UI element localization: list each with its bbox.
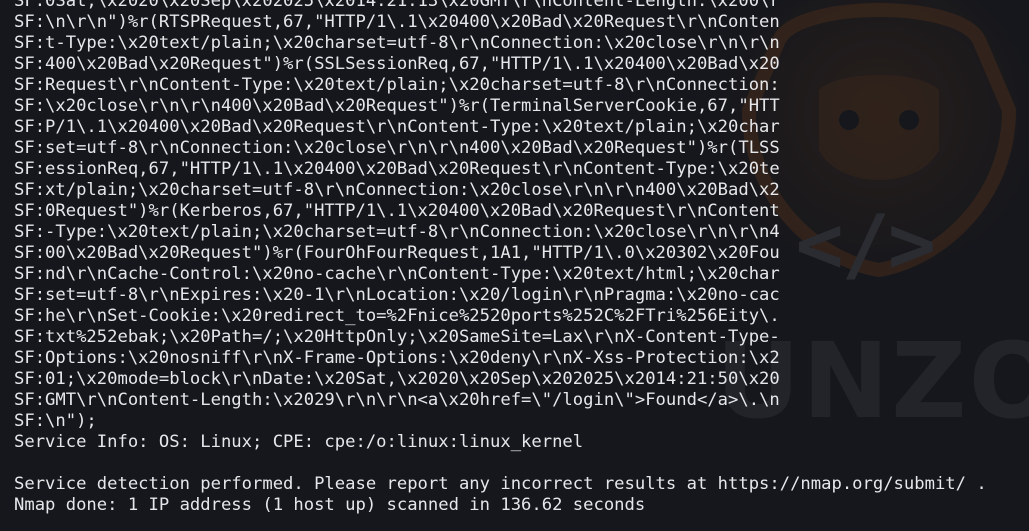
output-line: SF:00\x20Bad\x20Request")%r(FourOhFourRe… — [14, 243, 780, 263]
output-line: SF:400\x20Bad\x20Request")%r(SSLSessionR… — [14, 54, 780, 74]
terminal-window[interactable]: </> UNZO SF:0Sat,\x2020\x20Sep\x202025\x… — [0, 0, 1029, 531]
output-line: SF:\x20close\r\n\r\n400\x20Bad\x20Reques… — [14, 96, 780, 116]
output-line: SF:\n"); — [14, 411, 97, 431]
output-line: SF:0Sat,\x2020\x20Sep\x202025\x2014:21:1… — [14, 0, 780, 11]
output-line: SF:P/1\.1\x20400\x20Bad\x20Request\r\nCo… — [14, 117, 780, 137]
service-info-line: Service Info: OS: Linux; CPE: cpe:/o:lin… — [14, 432, 584, 452]
output-line: SF:set=utf-8\r\nConnection:\x20close\r\n… — [14, 138, 780, 158]
output-line: SF:t-Type:\x20text/plain;\x20charset=utf… — [14, 33, 780, 53]
output-line: SF:0Request")%r(Kerberos,67,"HTTP/1\.1\x… — [14, 201, 780, 221]
output-line: SF:\n\r\n")%r(RTSPRequest,67,"HTTP/1\.1\… — [14, 12, 780, 32]
output-line: SF:set=utf-8\r\nExpires:\x20-1\r\nLocati… — [14, 285, 780, 305]
output-line: SF:Options:\x20nosniff\r\nX-Frame-Option… — [14, 348, 780, 368]
output-line: SF:he\r\nSet-Cookie:\x20redirect_to=%2Fn… — [14, 306, 780, 326]
detection-message-line: Service detection performed. Please repo… — [14, 474, 987, 494]
terminal-output: SF:0Sat,\x2020\x20Sep\x202025\x2014:21:1… — [14, 0, 987, 516]
output-line: SF:nd\r\nCache-Control:\x20no-cache\r\nC… — [14, 264, 780, 284]
output-line: SF:xt/plain;\x20charset=utf-8\r\nConnect… — [14, 180, 780, 200]
nmap-summary-line: Nmap done: 1 IP address (1 host up) scan… — [14, 495, 646, 515]
output-line: SF:Request\r\nContent-Type:\x20text/plai… — [14, 75, 780, 95]
output-line: SF:GMT\r\nContent-Length:\x2029\r\n\r\n<… — [14, 390, 780, 410]
output-line: SF:essionReq,67,"HTTP/1\.1\x20400\x20Bad… — [14, 159, 780, 179]
output-line: SF:-Type:\x20text/plain;\x20charset=utf-… — [14, 222, 780, 242]
output-line: SF:01;\x20mode=block\r\nDate:\x20Sat,\x2… — [14, 369, 780, 389]
output-line: SF:txt%252ebak;\x20Path=/;\x20HttpOnly;\… — [14, 327, 780, 347]
